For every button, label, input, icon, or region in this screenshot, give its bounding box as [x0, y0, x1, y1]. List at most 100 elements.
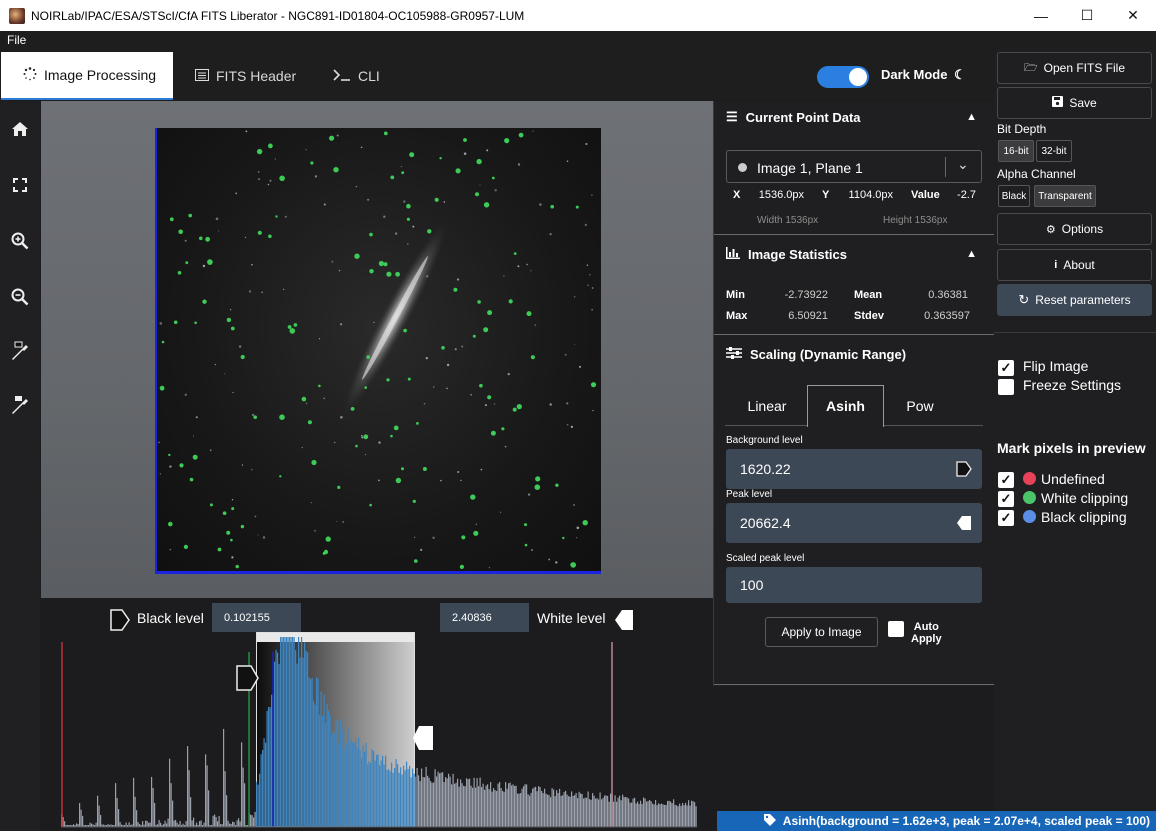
histogram-bar	[556, 790, 558, 827]
histogram-bar	[679, 803, 681, 827]
white-handle[interactable]	[413, 726, 433, 750]
chevron-down-icon[interactable]: ⌄	[957, 156, 969, 173]
histogram-bar	[158, 819, 160, 827]
folder-open-icon: 🗁	[1024, 61, 1038, 74]
histogram-bar	[341, 730, 343, 827]
histogram-bar	[662, 804, 664, 827]
apply-to-image-button[interactable]: Apply to Image	[765, 617, 878, 647]
tab-cli[interactable]: CLI	[333, 52, 393, 100]
open-fits-button[interactable]: 🗁 Open FITS File	[997, 52, 1152, 84]
histogram-bar	[424, 777, 426, 827]
black-handle[interactable]	[236, 665, 259, 691]
options-button[interactable]: ⚙ Options	[997, 213, 1152, 245]
tab-fits-header[interactable]: FITS Header	[195, 52, 305, 100]
chevron-up-icon[interactable]: ▲	[966, 111, 977, 123]
star	[530, 355, 535, 360]
histogram-bar	[403, 765, 405, 827]
histogram-bar	[568, 796, 570, 827]
black-clipping-checkbox[interactable]: ✓	[998, 510, 1014, 526]
image-height: Height 1536px	[883, 215, 948, 226]
histogram-bar	[604, 795, 606, 827]
background-level-input[interactable]: 1620.22	[726, 449, 982, 489]
black-level-input[interactable]: 0.102155	[212, 603, 301, 632]
histogram-bar	[259, 773, 261, 827]
bit-32-option[interactable]: 32-bit	[1036, 140, 1072, 162]
black-level-marker-icon[interactable]	[110, 609, 130, 631]
histogram-bar	[176, 822, 178, 827]
zoom-in-icon[interactable]	[8, 229, 32, 253]
scaled-peak-input[interactable]: 100	[726, 567, 982, 603]
star	[484, 404, 487, 407]
maximize-button[interactable]: ☐	[1064, 0, 1110, 31]
histogram-bar	[443, 782, 445, 827]
white-clipping-checkbox[interactable]: ✓	[998, 491, 1014, 507]
menu-file[interactable]: File	[7, 33, 26, 47]
star	[579, 365, 581, 368]
white-level-marker-icon[interactable]	[614, 609, 634, 631]
histogram-bar	[263, 738, 265, 827]
histogram-bar	[559, 788, 561, 827]
star	[549, 233, 552, 236]
histogram-bar	[236, 820, 238, 827]
flip-image-checkbox[interactable]: ✓	[998, 360, 1014, 376]
star	[323, 397, 325, 400]
star-field	[158, 130, 597, 569]
histogram-bar	[589, 799, 591, 827]
plane-select[interactable]: Image 1, Plane 1 ⌄	[726, 150, 982, 183]
histogram-bar	[656, 805, 658, 827]
histogram-bar	[265, 742, 267, 827]
star	[490, 430, 496, 436]
star	[159, 473, 161, 475]
tab-image-processing[interactable]: Image Processing	[1, 52, 173, 100]
histogram-bar	[640, 800, 642, 827]
close-button[interactable]: ✕	[1110, 0, 1156, 31]
histogram-bar	[290, 637, 292, 827]
eyedropper-black-icon[interactable]	[8, 339, 32, 363]
freeze-settings-checkbox[interactable]	[998, 379, 1014, 395]
alpha-transparent-option[interactable]: Transparent	[1034, 185, 1096, 207]
tab-linear[interactable]: Linear	[732, 398, 802, 414]
bit-16-option[interactable]: 16-bit	[998, 140, 1034, 162]
control-panel: ☰ Current Point Data ▲ Image 1, Plane 1 …	[713, 101, 995, 686]
histogram-bar	[346, 742, 348, 827]
histogram-bar	[671, 803, 673, 827]
histogram-chart[interactable]	[41, 632, 713, 831]
minimize-button[interactable]: —	[1018, 0, 1064, 31]
histogram-bar	[575, 793, 577, 827]
chevron-up-icon[interactable]: ▲	[966, 248, 977, 260]
histogram-bar	[479, 777, 481, 827]
statistics-header[interactable]: Image Statistics ▲	[714, 238, 995, 270]
histogram-bar	[601, 799, 603, 827]
about-button[interactable]: i About	[997, 249, 1152, 281]
dark-mode-toggle[interactable]	[817, 66, 869, 88]
eyedropper-white-icon[interactable]	[8, 393, 32, 417]
home-icon[interactable]	[8, 117, 32, 141]
tab-pow[interactable]: Pow	[890, 398, 950, 414]
tab-asinh[interactable]: Asinh	[807, 385, 884, 427]
histogram-bar	[64, 821, 66, 827]
histogram-bar	[535, 786, 537, 827]
star	[279, 414, 285, 421]
peak-level-input[interactable]: 20662.4	[726, 503, 982, 543]
fits-preview-image[interactable]	[155, 128, 601, 574]
dark-mode-text: Dark Mode	[881, 67, 948, 82]
zoom-out-icon[interactable]	[8, 285, 32, 309]
histogram-bar	[484, 789, 486, 827]
reset-parameters-button[interactable]: ↻ Reset parameters	[997, 284, 1152, 316]
histogram-bar	[79, 803, 81, 827]
image-viewer[interactable]	[41, 101, 713, 598]
histogram-bar	[622, 794, 624, 827]
auto-apply-checkbox[interactable]	[888, 621, 904, 637]
histogram-bar	[653, 804, 655, 827]
white-level-input[interactable]: 2.40836	[440, 603, 529, 632]
histogram-bar	[320, 691, 322, 827]
histogram-bar	[187, 746, 189, 827]
fit-screen-icon[interactable]	[8, 173, 32, 197]
save-button[interactable]: Save	[997, 87, 1152, 119]
undefined-checkbox[interactable]: ✓	[998, 472, 1014, 488]
current-point-header[interactable]: ☰ Current Point Data ▲	[714, 101, 995, 133]
histogram-bar	[607, 796, 609, 827]
star	[487, 310, 493, 316]
alpha-black-option[interactable]: Black	[998, 185, 1030, 207]
star	[475, 192, 479, 197]
